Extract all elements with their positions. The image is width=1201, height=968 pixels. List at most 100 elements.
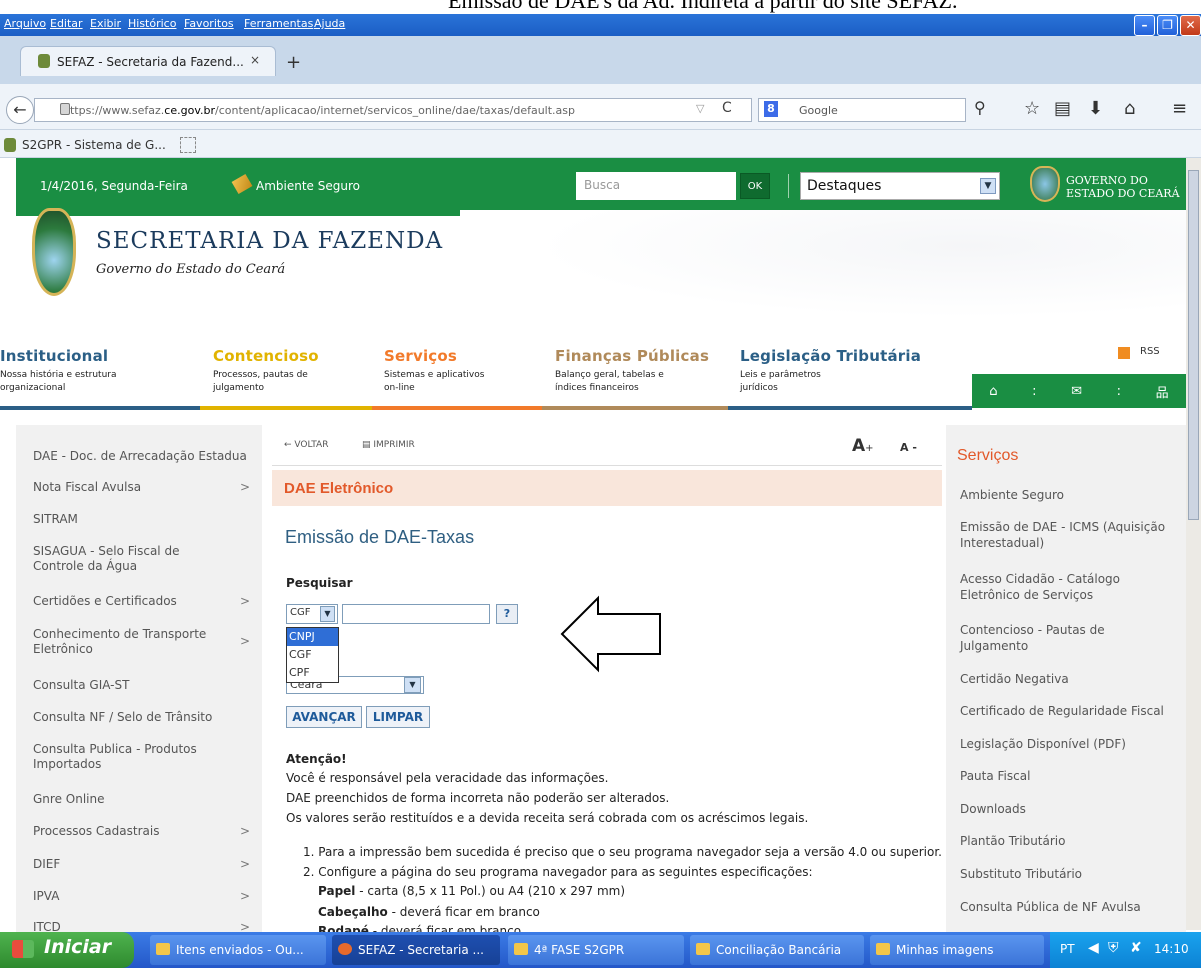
font-decrease-button[interactable]: A - (900, 441, 917, 454)
menu-exibir[interactable]: Exibir (90, 17, 121, 30)
sidebar-item-gnre[interactable]: Gnre Online (33, 792, 233, 807)
minimize-icon[interactable]: – (1134, 15, 1155, 36)
sidebar-item-cte[interactable]: Conhecimento de Transporte Eletrônico (33, 627, 219, 657)
service-downloads[interactable]: Downloads (960, 801, 1174, 817)
tray-app-icon[interactable]: ✘ (1130, 940, 1142, 956)
nav-contencioso[interactable]: Contencioso (213, 347, 319, 365)
help-button[interactable]: ? (496, 604, 518, 624)
home-icon[interactable]: ⌂ (989, 384, 997, 399)
service-plantao-tributario[interactable]: Plantão Tributário (960, 833, 1174, 849)
sidebar-item-certidoes[interactable]: Certidões e Certificados (33, 594, 233, 609)
back-link[interactable]: ← VOLTAR (284, 440, 328, 450)
menu-ajuda[interactable]: Ajuda (314, 17, 345, 30)
chevron-down-icon[interactable]: ▼ (320, 606, 335, 622)
instruction-2: 2. Configure a página do seu programa na… (303, 865, 813, 879)
task-conciliacao[interactable]: Conciliação Bancária (690, 935, 864, 965)
menu-ferramentas[interactable]: Ferramentas (244, 17, 313, 30)
search-engine-field[interactable]: Google (758, 98, 966, 122)
network-icon[interactable]: ◀ (1088, 940, 1099, 956)
service-substituto-tributario[interactable]: Substituto Tributário (960, 866, 1174, 882)
nav-institucional[interactable]: Institucional (0, 347, 108, 365)
menu-hamburger-icon[interactable]: ≡ (1172, 98, 1187, 119)
government-logo-text[interactable]: GOVERNO DO ESTADO DO CEARÁ (1066, 174, 1180, 200)
service-certificado-regularidade[interactable]: Certificado de Regularidade Fiscal (960, 703, 1174, 719)
option-cgf[interactable]: CGF (287, 646, 338, 664)
downloads-icon[interactable]: ⬇ (1088, 98, 1103, 119)
next-button[interactable]: AVANÇAR (286, 706, 362, 728)
task-minhas-imagens[interactable]: Minhas imagens (870, 935, 1044, 965)
menu-favoritos[interactable]: Favoritos (184, 17, 234, 30)
nav-desc-line: Leis e parâmetros (740, 370, 821, 380)
close-icon[interactable]: ✕ (1180, 15, 1201, 36)
nav-desc-line: Sistemas e aplicativos (384, 370, 485, 380)
service-emissao-dae-icms[interactable]: Emissão de DAE - ICMS (Aquisição Interes… (960, 519, 1174, 551)
ceara-crest-icon[interactable] (32, 208, 76, 296)
sitemap-icon[interactable]: 品 (1156, 382, 1169, 401)
language-indicator[interactable]: PT (1060, 942, 1075, 956)
sidebar-item-sisagua[interactable]: SISAGUA - Selo Fiscal de Controle da Águ… (33, 544, 233, 574)
print-link[interactable]: ▤ IMPRIMIR (362, 440, 415, 450)
url-bar[interactable]: https://www.sefaz.ce.gov.br/content/apli… (34, 98, 752, 122)
font-increase-button[interactable]: A+ (852, 436, 874, 456)
destaques-select[interactable]: Destaques (800, 172, 1000, 200)
service-ambiente-seguro[interactable]: Ambiente Seguro (960, 487, 1174, 503)
clock[interactable]: 14:10 (1154, 942, 1189, 956)
service-consulta-nf-avulsa[interactable]: Consulta Pública de NF Avulsa (960, 899, 1174, 915)
document-number-input[interactable] (342, 604, 490, 624)
mail-icon[interactable]: ✉ (1071, 384, 1082, 399)
task-sefaz-browser[interactable]: SEFAZ - Secretaria ... (332, 935, 500, 965)
task-itens-enviados[interactable]: Itens enviados - Ou... (150, 935, 326, 965)
google-icon[interactable]: 8 (764, 101, 778, 117)
chevron-down-icon[interactable]: ▼ (404, 677, 421, 693)
service-acesso-cidadao[interactable]: Acesso Cidadão - Catálogo Eletrônico de … (960, 571, 1174, 603)
sidebar-item-dief[interactable]: DIEF (33, 857, 233, 872)
restore-icon[interactable]: ❐ (1157, 15, 1178, 36)
task-4a-fase[interactable]: 4ª FASE S2GPR (508, 935, 684, 965)
home-icon[interactable]: ⌂ (1124, 98, 1135, 119)
reload-icon[interactable]: C (722, 100, 732, 116)
back-button[interactable]: ← (6, 96, 34, 124)
menu-historico[interactable]: Histórico (128, 17, 176, 30)
search-ok-button[interactable]: OK (740, 173, 770, 199)
dropdown-icon[interactable]: ▽ (696, 102, 704, 115)
tab-sefaz[interactable]: SEFAZ - Secretaria da Fazend... (20, 46, 276, 76)
nav-legislacao-tributaria[interactable]: Legislação Tributária (740, 347, 921, 365)
secure-env-link[interactable]: Ambiente Seguro (256, 179, 360, 193)
sidebar-item-consulta-nf[interactable]: Consulta NF / Selo de Trânsito (33, 710, 233, 725)
rss-link[interactable]: RSS (1140, 346, 1160, 357)
sidebar-item-ipva[interactable]: IPVA (33, 889, 233, 904)
site-search-input[interactable]: Busca (576, 172, 736, 200)
sidebar-item-gia-st[interactable]: Consulta GIA-ST (33, 678, 233, 693)
chevron-down-icon[interactable]: ▼ (980, 178, 996, 194)
new-tab-icon[interactable]: + (286, 52, 301, 73)
clear-button[interactable]: LIMPAR (366, 706, 430, 728)
bookmark-s2gpr[interactable]: S2GPR - Sistema de G... (22, 138, 166, 152)
nav-desc-line: Processos, pautas de (213, 370, 308, 380)
service-certidao-negativa[interactable]: Certidão Negativa (960, 671, 1174, 687)
option-cpf[interactable]: CPF (287, 664, 338, 682)
search-icon[interactable]: ⚲ (974, 98, 986, 117)
menu-editar[interactable]: Editar (50, 17, 83, 30)
menu-arquivo[interactable]: Arquivo (4, 17, 46, 30)
sidebar-item-dae[interactable]: DAE - Doc. de Arrecadação Estadual (33, 449, 247, 464)
government-crest-icon (1030, 166, 1060, 202)
service-contencioso[interactable]: Contencioso - Pautas de Julgamento (960, 622, 1174, 654)
nav-financas-publicas[interactable]: Finanças Públicas (555, 347, 709, 365)
bookmark-placeholder-icon[interactable] (180, 137, 196, 153)
rss-icon[interactable] (1118, 347, 1130, 359)
bookmark-star-icon[interactable]: ☆ (1024, 98, 1040, 119)
sidebar-item-nota-fiscal[interactable]: Nota Fiscal Avulsa (33, 480, 233, 495)
scrollbar-thumb[interactable] (1188, 170, 1199, 520)
site-title[interactable]: SECRETARIA DA FAZENDA (96, 228, 443, 254)
sidebar-item-processos[interactable]: Processos Cadastrais (33, 824, 233, 839)
window-controls: – ❐ ✕ (1134, 15, 1201, 36)
option-cnpj[interactable]: CNPJ (287, 628, 338, 646)
sidebar-item-produtos-importados[interactable]: Consulta Publica - Produtos Importados (33, 742, 213, 772)
tab-close-icon[interactable]: × (250, 53, 260, 67)
sidebar-item-sitram[interactable]: SITRAM (33, 512, 233, 527)
reading-list-icon[interactable]: ▤ (1054, 98, 1071, 119)
service-legislacao-pdf[interactable]: Legislação Disponível (PDF) (960, 736, 1174, 752)
security-icon[interactable]: ⛨ (1108, 940, 1119, 956)
service-pauta-fiscal[interactable]: Pauta Fiscal (960, 768, 1174, 784)
nav-servicos[interactable]: Serviços (384, 347, 457, 365)
